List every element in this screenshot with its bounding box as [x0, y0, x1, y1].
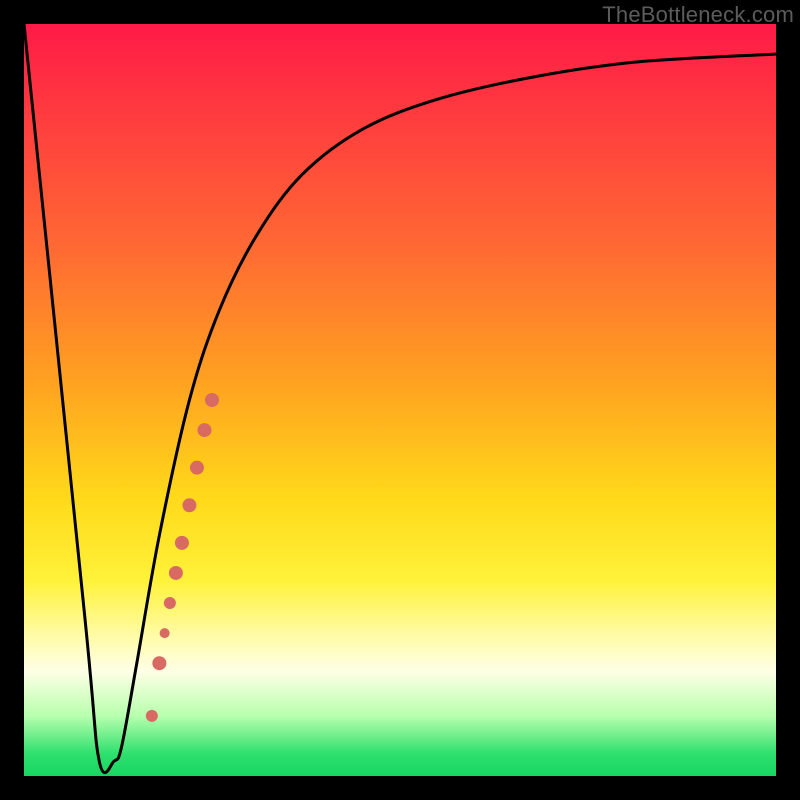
highlight-point [146, 710, 158, 722]
highlight-point [164, 597, 176, 609]
plot-area [24, 24, 776, 776]
highlight-point [197, 423, 211, 437]
chart-frame: TheBottleneck.com [0, 0, 800, 800]
highlight-point [175, 536, 189, 550]
highlight-point [205, 393, 219, 407]
highlight-point [190, 461, 204, 475]
highlight-point [182, 498, 196, 512]
highlight-point [169, 566, 183, 580]
bottleneck-curve-svg [24, 24, 776, 776]
highlight-point [160, 628, 170, 638]
bottleneck-curve-path [24, 24, 776, 773]
highlight-point [152, 656, 166, 670]
